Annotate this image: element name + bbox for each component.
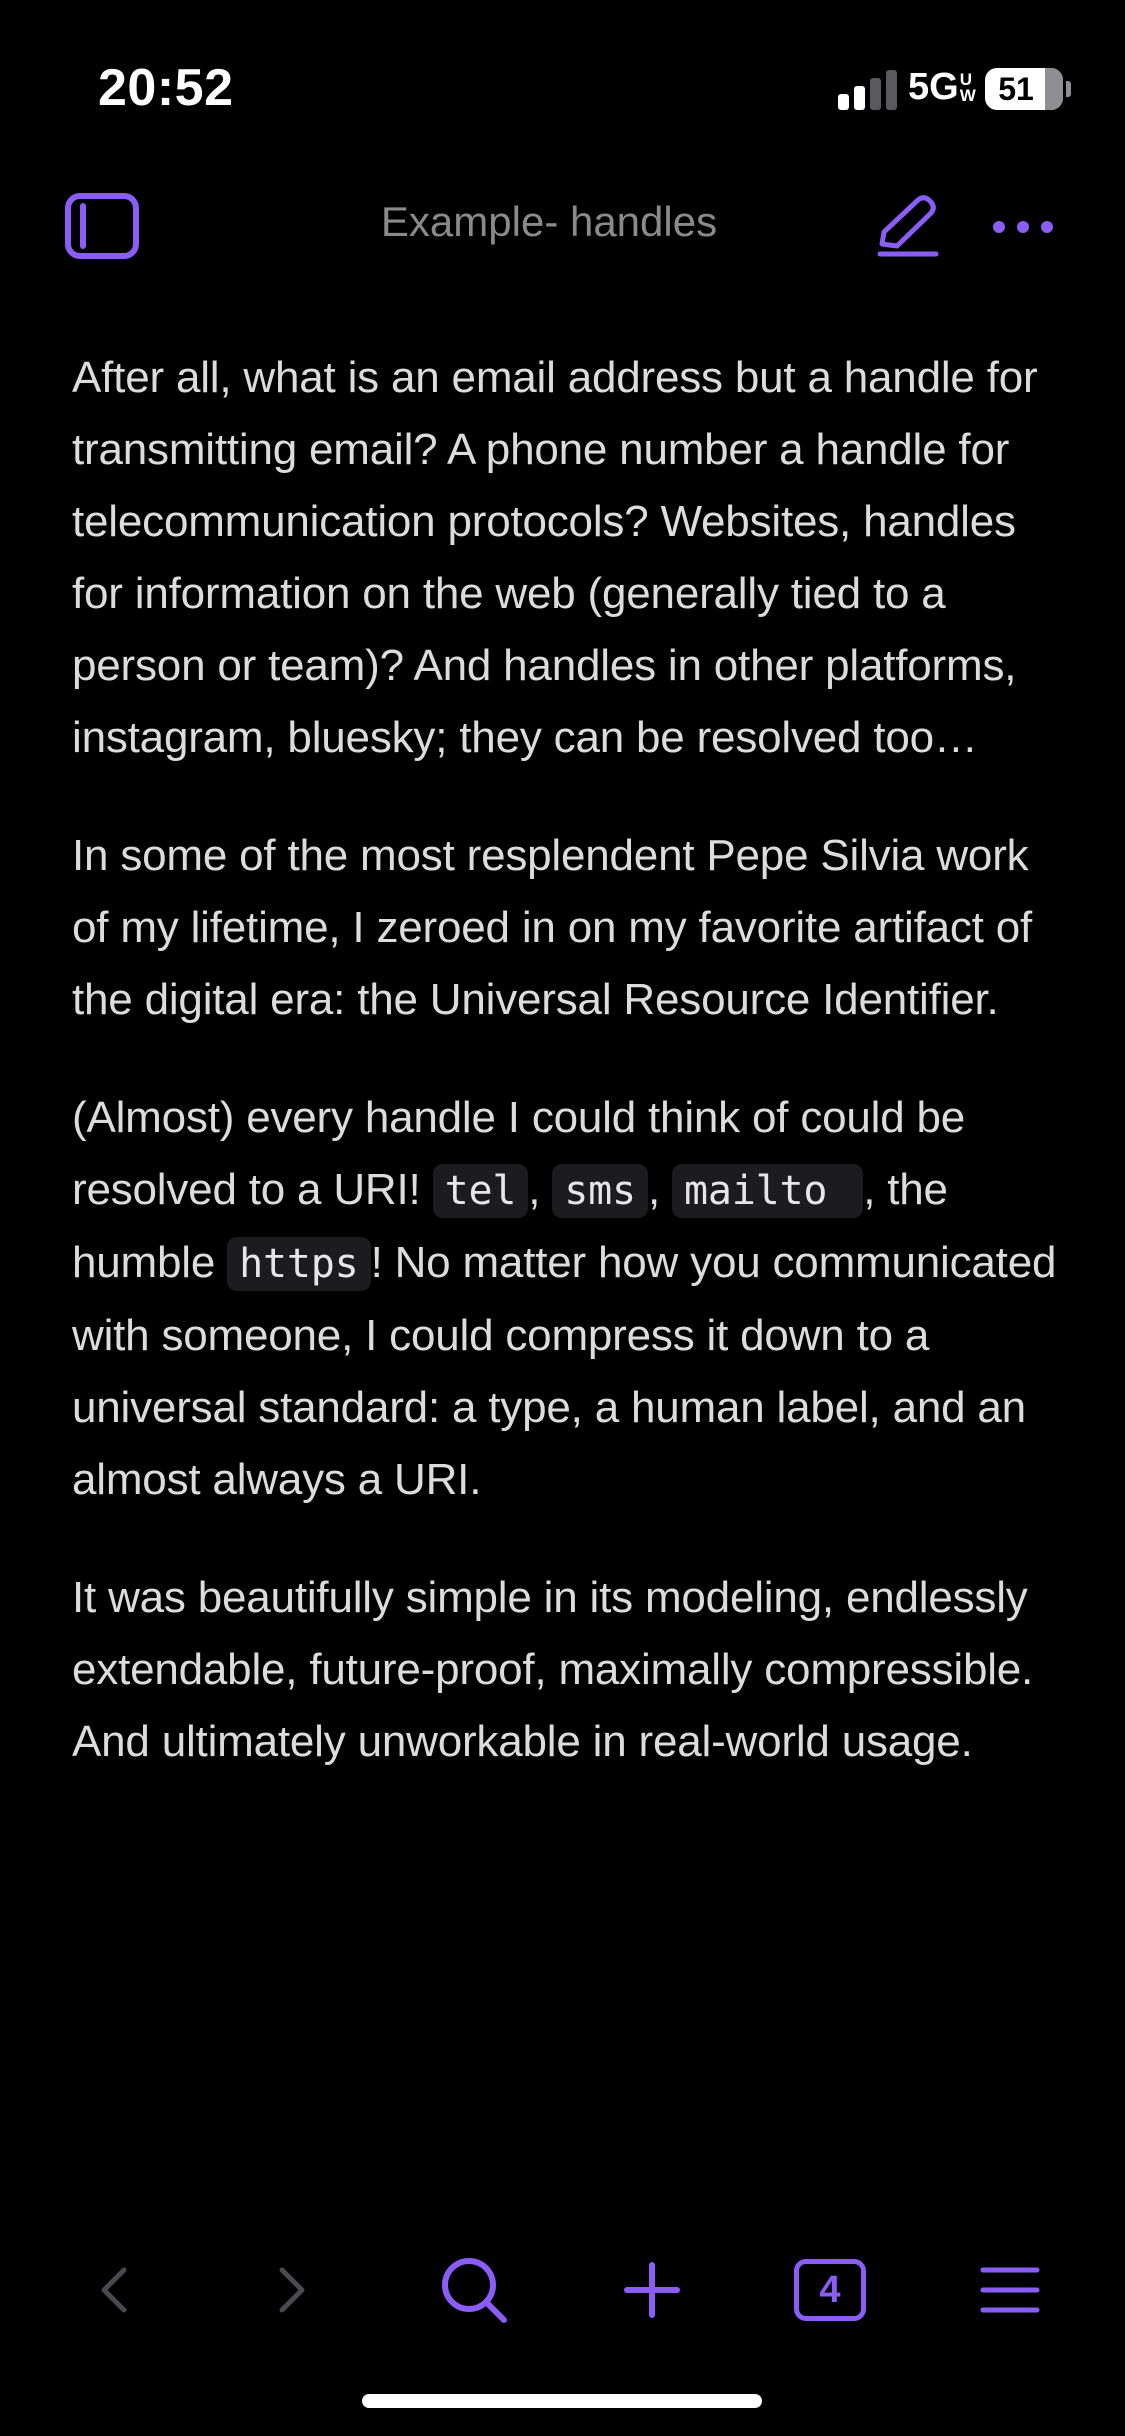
forward-button[interactable] bbox=[252, 2250, 332, 2330]
paragraph: (Almost) every handle I could think of c… bbox=[72, 1093, 1057, 1504]
note-title: Example- handles bbox=[380, 198, 718, 245]
forward-icon bbox=[279, 2267, 305, 2313]
network-sub: U W bbox=[959, 69, 976, 105]
tabs-button[interactable]: 4 bbox=[790, 2250, 870, 2330]
inline-code: tel bbox=[432, 1164, 529, 1218]
paragraph: It was beautifully simple in its modelin… bbox=[72, 1573, 1034, 1766]
menu-button[interactable] bbox=[970, 2250, 1050, 2330]
status-time: 20:52 bbox=[98, 59, 234, 117]
battery-level: 51 bbox=[998, 71, 1034, 107]
paragraph: After all, what is an email address but … bbox=[72, 353, 1038, 762]
sidebar-toggle-icon bbox=[65, 193, 139, 259]
plus-icon bbox=[624, 2262, 680, 2318]
battery-icon: 51 bbox=[985, 68, 1071, 110]
search-icon bbox=[442, 2258, 507, 2323]
back-button[interactable] bbox=[74, 2250, 154, 2330]
network-label: 5G bbox=[908, 66, 959, 108]
back-icon bbox=[101, 2267, 127, 2313]
bottom-toolbar: 4 bbox=[0, 2240, 1125, 2340]
tabs-icon: 4 bbox=[794, 2259, 866, 2321]
inline-code: sms bbox=[552, 1164, 648, 1218]
home-indicator[interactable] bbox=[362, 2394, 762, 2408]
pencil-icon bbox=[877, 195, 939, 257]
status-bar: 20:52 5G U W 51 bbox=[0, 0, 1125, 150]
inline-code: https bbox=[227, 1237, 371, 1291]
menu-icon bbox=[980, 2267, 1040, 2313]
search-button[interactable] bbox=[434, 2250, 514, 2330]
note-content[interactable]: After all, what is an email address but … bbox=[72, 342, 1072, 1824]
inline-code: mailto bbox=[672, 1164, 864, 1218]
edit-button[interactable] bbox=[872, 192, 942, 262]
network-type: 5G U W bbox=[908, 66, 976, 109]
nav-bar: Example- handles bbox=[0, 180, 1125, 270]
new-note-button[interactable] bbox=[612, 2250, 692, 2330]
more-options-button[interactable] bbox=[990, 204, 1056, 250]
sidebar-toggle-button[interactable] bbox=[64, 192, 140, 260]
paragraph: In some of the most resplendent Pepe Sil… bbox=[72, 831, 1033, 1024]
ellipsis-icon bbox=[993, 221, 1053, 233]
cellular-signal-icon bbox=[838, 70, 910, 110]
